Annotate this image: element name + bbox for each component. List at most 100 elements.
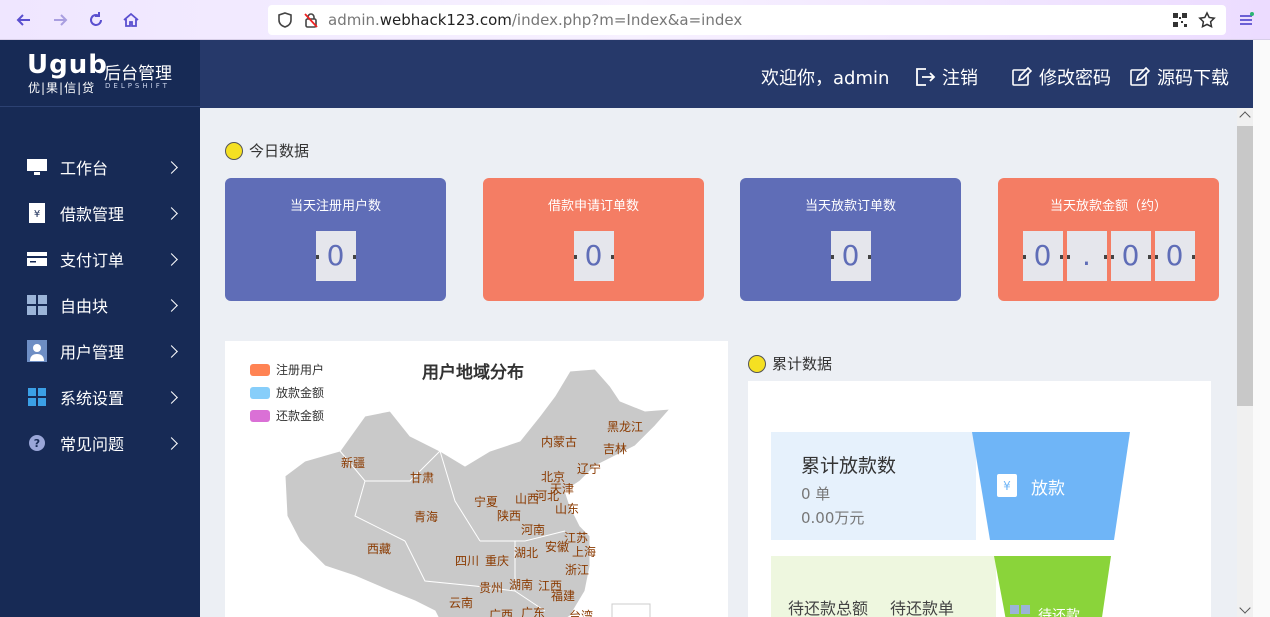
bullet-dot-icon	[748, 354, 766, 373]
province-label: 广西	[489, 608, 514, 617]
stat-card-digits: 0	[225, 231, 446, 281]
bookmark-star-icon[interactable]	[1198, 11, 1216, 29]
logo-mark: Ugub	[27, 50, 108, 80]
chevron-right-icon	[165, 252, 178, 266]
home-icon	[123, 12, 139, 27]
chevron-right-icon	[165, 160, 178, 174]
user-icon	[26, 340, 48, 362]
insecure-lock-icon[interactable]	[302, 11, 320, 29]
forward-button[interactable]	[48, 8, 72, 32]
sidebar-item-loan-management[interactable]: ¥ 借款管理	[0, 190, 200, 236]
stat-card-title: 当天注册用户数	[289, 199, 381, 214]
repay-tag: 待还款	[1010, 605, 1080, 617]
sidebar-item-label: 常见问题	[60, 435, 125, 454]
province-label: 吉林	[603, 442, 628, 456]
forward-arrow-icon	[54, 14, 68, 26]
digit: 0	[573, 231, 614, 281]
section-title-text: 今日数据	[249, 142, 310, 160]
chevron-right-icon	[165, 298, 178, 312]
province-label: 甘肃	[410, 471, 435, 485]
stat-card-title: 当天放款金额（约）	[1049, 199, 1167, 214]
page-scrollbar[interactable]	[1237, 108, 1253, 617]
back-button[interactable]	[12, 8, 36, 32]
sidebar-item-label: 系统设置	[60, 389, 125, 408]
digit: 0	[315, 231, 356, 281]
province-label: 贵州	[479, 581, 504, 595]
main-content: 今日数据 当天注册用户数 0 借款申请订单数 0 当天放款订单数 0 当天放款金…	[200, 108, 1237, 617]
province-label: 宁夏	[474, 495, 499, 509]
stat-card-digits: 0	[483, 231, 704, 281]
sidebar-item-label: 支付订单	[60, 251, 125, 270]
logo-area: Ugub 优|果|信|贷 后台管理 DELPSHIFT	[0, 40, 200, 107]
stat-card-title: 借款申请订单数	[547, 199, 639, 214]
scrollbar-thumb[interactable]	[1237, 126, 1253, 406]
repay-block: 待还款总额 待还款单	[771, 556, 996, 617]
province-label: 内蒙古	[541, 435, 578, 449]
scroll-up-arrow-icon[interactable]	[1239, 111, 1251, 123]
logo-subtext: 优|果|信|贷	[28, 81, 96, 95]
sidebar-item-label: 工作台	[60, 159, 109, 178]
sidebar-item-free-block[interactable]: 自由块	[0, 282, 200, 328]
logout-button[interactable]: 注销	[914, 64, 978, 90]
scroll-down-arrow-icon[interactable]	[1239, 602, 1251, 614]
stat-card-digits: 0 . 0 0	[998, 231, 1219, 281]
sidebar-item-system-settings[interactable]: 系统设置	[0, 374, 200, 420]
stat-card-digits: 0	[740, 231, 961, 281]
sidebar-item-faq[interactable]: ? 常见问题	[0, 420, 200, 466]
top-header: 欢迎你，admin 注销 修改密码 源码下载	[200, 40, 1270, 108]
province-label: 湖南	[509, 578, 534, 592]
digit: 0	[830, 231, 871, 281]
today-section-title: 今日数据	[225, 140, 309, 161]
money-book-icon: ¥	[26, 202, 48, 224]
stat-card-title: 当天放款订单数	[804, 199, 896, 214]
south-sea-inset	[611, 603, 651, 617]
province-label: 重庆	[485, 554, 510, 568]
sidebar-item-workbench[interactable]: 工作台	[0, 144, 200, 190]
change-password-button[interactable]: 修改密码	[1011, 64, 1111, 90]
chevron-right-icon	[165, 206, 178, 220]
menu-button[interactable]	[1234, 8, 1258, 32]
back-arrow-icon	[16, 14, 30, 26]
digit: 0	[1110, 231, 1151, 281]
shield-icon[interactable]	[276, 11, 294, 29]
china-map[interactable]	[225, 341, 728, 617]
windows-icon	[26, 386, 48, 408]
loan-tag-label: 放款	[1031, 478, 1065, 499]
hamburger-menu-icon	[1240, 12, 1254, 25]
admin-subtitle: DELPSHIFT	[105, 82, 170, 90]
stat-card-loan-orders: 当天放款订单数 0	[740, 178, 961, 301]
province-label: 河南	[521, 523, 546, 537]
stat-card-registered-users: 当天注册用户数 0	[225, 178, 446, 301]
qr-code-icon[interactable]	[1171, 11, 1189, 29]
welcome-text: 欢迎你，admin	[761, 68, 890, 89]
province-label: 山东	[555, 502, 580, 516]
window-edge	[1253, 40, 1270, 617]
edit-icon	[1012, 67, 1033, 86]
reload-button[interactable]	[84, 8, 108, 32]
province-label: 上海	[572, 545, 597, 559]
cumulative-panel: 累计放款数 0 单 0.00万元 ¥ 放款 待还款总额 待还款单 待还款	[748, 381, 1211, 617]
sidebar-item-user-management[interactable]: 用户管理	[0, 328, 200, 374]
province-label: 台湾	[569, 609, 594, 617]
digit: .	[1066, 231, 1107, 281]
sidebar-item-payment-orders[interactable]: 支付订单	[0, 236, 200, 282]
url-text: admin.webhack123.com/index.php?m=Index&a…	[328, 11, 743, 29]
province-label: 辽宁	[577, 462, 602, 476]
svg-text:¥: ¥	[1003, 479, 1011, 493]
sidebar-menu: 工作台 ¥ 借款管理 支付订单 自由块 用户管理 系统设置 ? 常见问题	[0, 144, 200, 466]
change-password-label: 修改密码	[1039, 68, 1111, 89]
sidebar-item-label: 用户管理	[60, 343, 125, 362]
grid-icon	[26, 294, 48, 316]
chevron-right-icon	[165, 436, 178, 450]
download-source-button[interactable]: 源码下载	[1129, 64, 1229, 90]
grid-icon	[1010, 605, 1030, 614]
province-label: 湖北	[514, 546, 539, 560]
home-button[interactable]	[119, 8, 143, 32]
sidebar-item-label: 自由块	[60, 297, 109, 316]
monitor-icon	[26, 156, 48, 178]
address-bar[interactable]: admin.webhack123.com/index.php?m=Index&a…	[268, 5, 1226, 35]
user-region-map-panel: 注册用户 放款金额 还款金额 用户地域分布 黑龙江 吉林 内蒙古 辽宁 新疆 甘…	[225, 341, 728, 617]
province-label: 云南	[449, 596, 474, 610]
province-label: 青海	[414, 510, 439, 524]
digit: 0	[1154, 231, 1195, 281]
